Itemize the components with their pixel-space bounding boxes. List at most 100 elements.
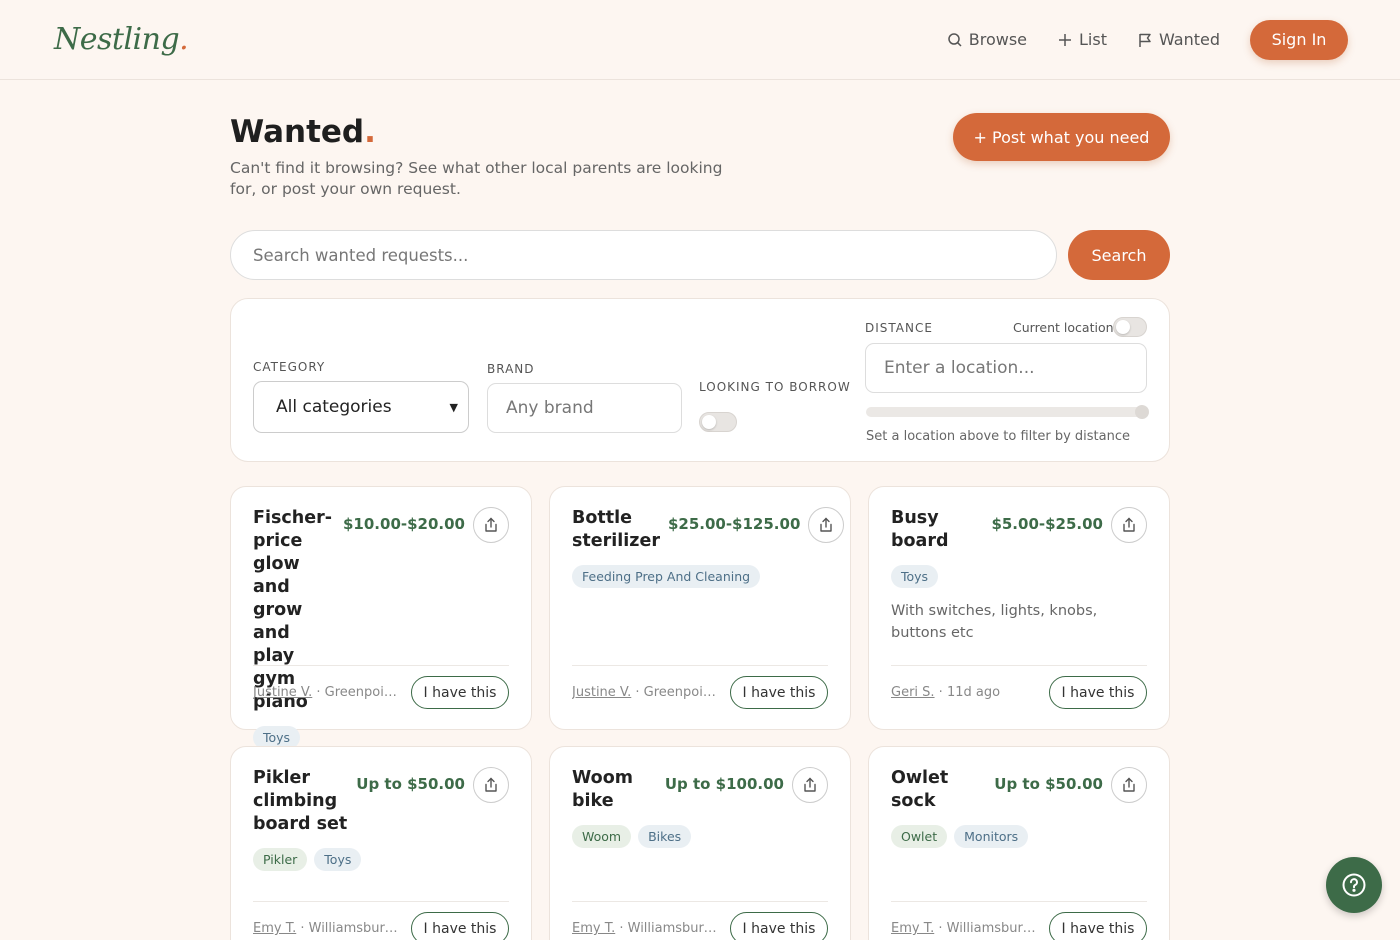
card-meta-text: · Williamsburg · ... (300, 921, 401, 936)
plus-icon (1059, 33, 1072, 46)
card-header: Pikler climbing board set Up to $50.00 (253, 767, 509, 836)
card-meta-text: · Williamsburg · ... (619, 921, 720, 936)
wanted-card[interactable]: Fischer-price glow and grow and play gym… (230, 486, 532, 749)
main-content: Wanted. Can't find it browsing? See what… (230, 80, 1170, 940)
share-icon (485, 517, 497, 532)
i-have-this-button[interactable]: I have this (730, 912, 828, 940)
card-header: Busy board $5.00-$25.00 (891, 507, 1147, 553)
user-link[interactable]: Geri S. (891, 685, 935, 700)
logo-text: Nestling (54, 22, 180, 57)
card-footer: Justine V. · Greenpoint... I have this (253, 665, 509, 709)
user-link[interactable]: Justine V. (253, 685, 312, 700)
logo[interactable]: Nestling. (54, 22, 189, 57)
share-button[interactable] (792, 767, 828, 803)
post-request-button[interactable]: + Post what you need (953, 113, 1170, 161)
card-price: $25.00-$125.00 (667, 515, 801, 533)
category-select[interactable]: All categories ▼ (253, 381, 469, 433)
search-input[interactable] (230, 230, 1057, 280)
nav-list-link[interactable]: List (1057, 30, 1107, 49)
card-tags: Toys (891, 565, 1147, 588)
nav-browse-link[interactable]: Browse (947, 30, 1027, 49)
card-price: Up to $100.00 (664, 775, 784, 793)
category-tag[interactable]: Toys (314, 848, 362, 871)
share-icon (804, 777, 816, 792)
location-input[interactable] (865, 343, 1147, 393)
card-meta: Emy T. · Williamsburg · ... (253, 921, 401, 940)
current-location-toggle[interactable] (1113, 317, 1147, 337)
nav-links: Browse List Wanted Sign In (917, 19, 1348, 60)
category-tag[interactable]: Feeding Prep And Cleaning (572, 565, 761, 588)
wanted-card[interactable]: Bottle sterilizer $25.00-$125.00 Feeding… (549, 486, 851, 730)
card-footer: Emy T. · Williamsburg · ... I have this (891, 901, 1147, 940)
card-meta-text: · Greenpoint... (631, 685, 720, 700)
category-tag[interactable]: Monitors (954, 825, 1029, 848)
nav-wanted-link[interactable]: Wanted (1137, 30, 1220, 49)
card-price: Up to $50.00 (994, 775, 1103, 793)
search-button[interactable]: Search (1068, 230, 1170, 280)
wanted-card[interactable]: Owlet sock Up to $50.00 Owlet Monitors E… (868, 746, 1170, 940)
search-bar: Search (230, 230, 1170, 280)
search-icon (948, 32, 962, 47)
share-button[interactable] (808, 507, 845, 543)
card-title[interactable]: Owlet sock (891, 767, 994, 813)
category-label: CATEGORY (253, 360, 326, 374)
i-have-this-button[interactable]: I have this (1049, 676, 1147, 709)
wanted-card[interactable]: Woom bike Up to $100.00 Woom Bikes Emy T… (549, 746, 851, 940)
card-tags: Owlet Monitors (891, 825, 1147, 848)
distance-label: DISTANCE (865, 321, 933, 335)
i-have-this-button[interactable]: I have this (411, 676, 509, 709)
card-title[interactable]: Woom bike (572, 767, 665, 813)
user-link[interactable]: Emy T. (572, 921, 615, 936)
current-location-label: Current location (1013, 320, 1114, 335)
card-title[interactable]: Pikler climbing board set (253, 767, 356, 836)
card-footer: Justine V. · Greenpoint... I have this (572, 665, 828, 709)
brand-tag[interactable]: Pikler (253, 848, 308, 871)
i-have-this-button[interactable]: I have this (730, 676, 828, 709)
share-icon (1123, 777, 1135, 792)
category-tag[interactable]: Bikes (638, 825, 692, 848)
borrow-toggle[interactable] (699, 412, 737, 432)
card-footer: Emy T. · Williamsburg · ... I have this (572, 901, 828, 940)
brand-tag[interactable]: Owlet (891, 825, 948, 848)
share-button[interactable] (1111, 767, 1147, 803)
card-header: Bottle sterilizer $25.00-$125.00 (572, 507, 845, 553)
share-button[interactable] (473, 767, 509, 803)
nav-wanted-label: Wanted (1158, 30, 1220, 49)
category-select-value: All categories (276, 397, 392, 417)
page-title: Wanted. (230, 114, 376, 150)
wanted-card[interactable]: Pikler climbing board set Up to $50.00 P… (230, 746, 532, 940)
distance-slider[interactable] (866, 405, 1149, 419)
card-tags: Feeding Prep And Cleaning (572, 565, 828, 588)
share-icon (485, 777, 497, 792)
card-price: $10.00-$20.00 (343, 515, 465, 533)
page-header: Wanted. Can't find it browsing? See what… (230, 80, 1170, 230)
card-meta: Justine V. · Greenpoint... (572, 685, 720, 709)
brand-input[interactable] (487, 383, 682, 433)
user-link[interactable]: Emy T. (253, 921, 296, 936)
card-title[interactable]: Bottle sterilizer (572, 507, 668, 553)
help-button[interactable] (1326, 857, 1382, 913)
share-icon (820, 517, 833, 532)
card-header: Owlet sock Up to $50.00 (891, 767, 1147, 813)
nav-browse-label: Browse (968, 30, 1028, 49)
category-tag[interactable]: Toys (891, 565, 939, 588)
sign-in-button[interactable]: Sign In (1250, 19, 1348, 60)
card-title[interactable]: Busy board (891, 507, 991, 553)
share-icon (1123, 517, 1135, 532)
user-link[interactable]: Justine V. (572, 685, 631, 700)
card-meta: Emy T. · Williamsburg · ... (891, 921, 1039, 940)
card-tags: Pikler Toys (253, 848, 509, 871)
card-meta: Emy T. · Williamsburg · ... (572, 921, 720, 940)
share-button[interactable] (473, 507, 509, 543)
brand-tag[interactable]: Woom (572, 825, 632, 848)
i-have-this-button[interactable]: I have this (1049, 912, 1147, 940)
card-meta: Geri S. · 11d ago (891, 685, 1039, 709)
card-tags: Woom Bikes (572, 825, 828, 848)
distance-slider-handle[interactable] (1135, 405, 1149, 419)
share-button[interactable] (1111, 507, 1147, 543)
flag-icon (1139, 33, 1151, 47)
i-have-this-button[interactable]: I have this (411, 912, 509, 940)
user-link[interactable]: Emy T. (891, 921, 934, 936)
card-description: With switches, lights, knobs, buttons et… (891, 603, 1098, 641)
wanted-card[interactable]: Busy board $5.00-$25.00 Toys With switch… (868, 486, 1170, 730)
